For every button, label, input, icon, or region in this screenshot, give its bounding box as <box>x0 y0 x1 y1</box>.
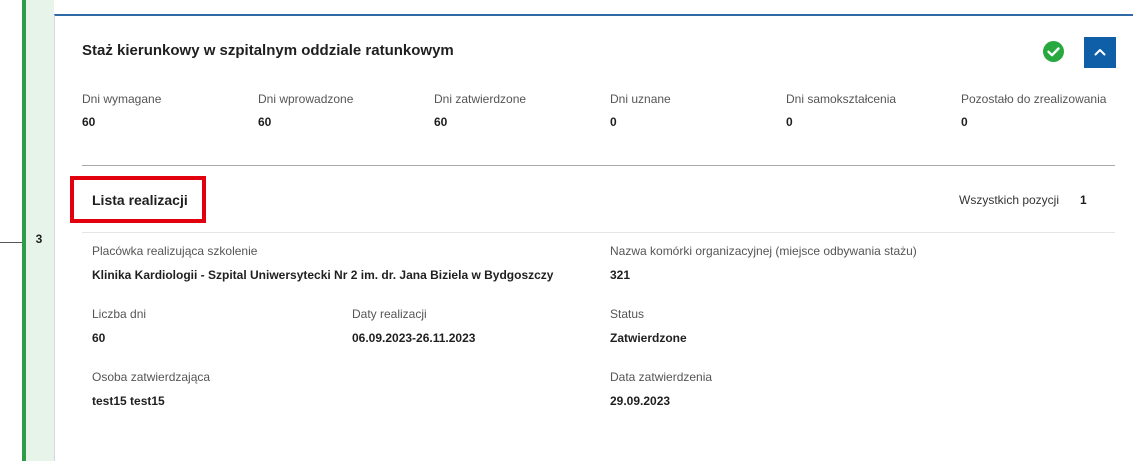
placowka-label: Placówka realizująca szkolenie <box>92 244 258 258</box>
stat-label-dni-samoksztalcenia: Dni samokształcenia <box>786 92 897 106</box>
step-number: 3 <box>35 232 43 246</box>
stat-label-dni-zatwierdzone: Dni zatwierdzone <box>434 92 527 106</box>
chevron-up-icon <box>1094 49 1106 56</box>
stat-label-dni-wprowadzone: Dni wprowadzone <box>258 92 354 106</box>
stat-label-dni-wymagane: Dni wymagane <box>82 92 162 106</box>
module-card <box>54 14 1133 461</box>
collapse-button[interactable] <box>1084 37 1116 68</box>
card-title: Staż kierunkowy w szpitalnym oddziale ra… <box>82 42 454 59</box>
step-connector <box>0 242 22 243</box>
stat-value-pozostalo: 0 <box>961 115 968 129</box>
osoba-label: Osoba zatwierdzająca <box>92 370 211 384</box>
daty-label: Daty realizacji <box>352 307 427 321</box>
stat-label-pozostalo: Pozostało do zrealizowania <box>961 92 1107 106</box>
placowka-value: Klinika Kardiologii - Szpital Uniwersyte… <box>92 268 554 282</box>
data-zatwierdzenia-value: 29.09.2023 <box>610 394 671 408</box>
list-title: Lista realizacji <box>92 192 188 208</box>
check-circle-icon <box>1043 41 1064 62</box>
stat-value-dni-uznane: 0 <box>610 115 617 129</box>
stat-value-dni-wprowadzone: 60 <box>258 115 272 129</box>
list-divider <box>82 232 1115 233</box>
total-count-label: Wszystkich pozycji <box>959 193 1060 207</box>
step-rail-background <box>26 0 54 461</box>
total-count-value: 1 <box>1080 193 1087 207</box>
divider <box>82 165 1115 166</box>
daty-value: 06.09.2023-26.11.2023 <box>352 331 476 345</box>
status-label: Status <box>610 307 645 321</box>
komorka-value: 321 <box>610 268 631 282</box>
stat-value-dni-wymagane: 60 <box>82 115 96 129</box>
liczba-dni-value: 60 <box>92 331 106 345</box>
stat-value-dni-samoksztalcenia: 0 <box>786 115 793 129</box>
stat-value-dni-zatwierdzone: 60 <box>434 115 448 129</box>
stat-label-dni-uznane: Dni uznane <box>610 92 671 106</box>
status-value: Zatwierdzone <box>610 331 687 345</box>
osoba-value: test15 test15 <box>92 394 165 408</box>
liczba-dni-label: Liczba dni <box>92 307 147 321</box>
data-zatwierdzenia-label: Data zatwierdzenia <box>610 370 713 384</box>
komorka-label: Nazwa komórki organizacyjnej (miejsce od… <box>610 244 917 258</box>
